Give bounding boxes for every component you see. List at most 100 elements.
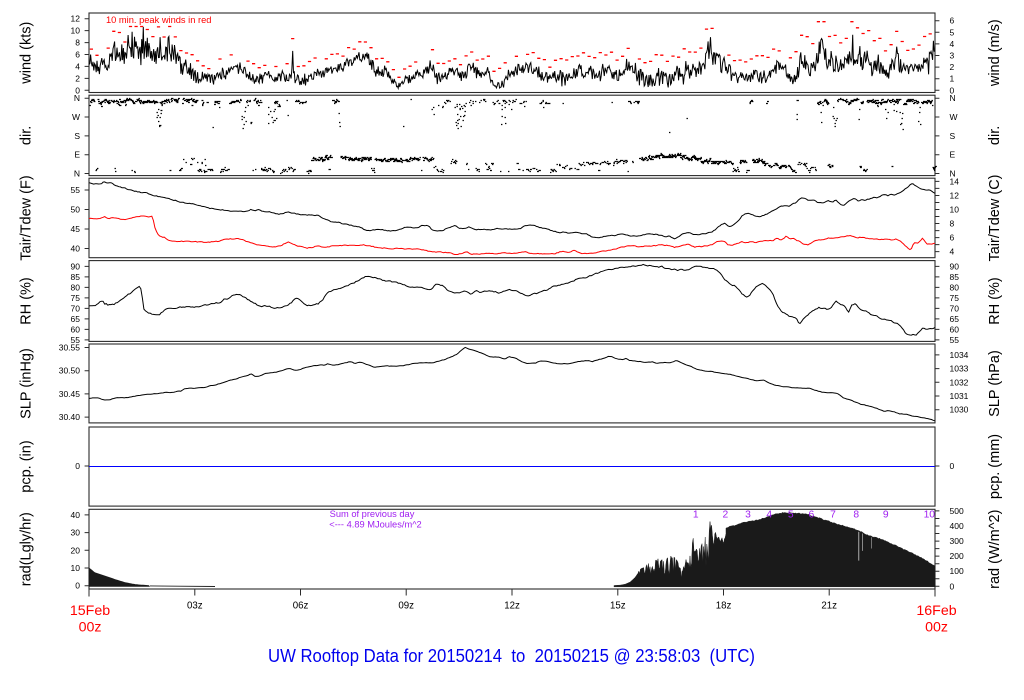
svg-text:70: 70 (71, 303, 81, 313)
svg-text:dir.: dir. (19, 126, 35, 145)
svg-text:10: 10 (950, 205, 960, 215)
svg-text:9: 9 (883, 510, 889, 521)
svg-text:RH (%): RH (%) (19, 277, 35, 325)
svg-text:E: E (74, 150, 80, 160)
svg-text:3: 3 (745, 510, 751, 521)
svg-text:500: 500 (950, 506, 964, 516)
svg-text:6: 6 (809, 510, 815, 521)
svg-text:2: 2 (75, 73, 80, 83)
svg-text:16Feb: 16Feb (916, 603, 956, 619)
svg-text:6: 6 (950, 233, 955, 243)
svg-text:5: 5 (788, 510, 794, 521)
svg-text:65: 65 (950, 314, 960, 324)
svg-text:85: 85 (71, 272, 81, 282)
svg-text:50: 50 (71, 205, 81, 215)
svg-text:rad (W/m^2): rad (W/m^2) (987, 510, 1003, 589)
svg-text:12: 12 (950, 191, 960, 201)
svg-text:8: 8 (950, 219, 955, 229)
svg-text:30.45: 30.45 (59, 389, 81, 399)
svg-text:30.55: 30.55 (59, 343, 81, 353)
svg-text:1034: 1034 (950, 350, 969, 360)
svg-text:10: 10 (71, 26, 81, 36)
svg-text:4: 4 (950, 39, 955, 49)
svg-text:5: 5 (950, 27, 955, 37)
svg-text:S: S (74, 131, 80, 141)
svg-text:SLP (hPa): SLP (hPa) (987, 350, 1003, 417)
svg-text:pcp. (mm): pcp. (mm) (987, 434, 1003, 499)
svg-text:65: 65 (71, 314, 81, 324)
svg-text:20: 20 (71, 545, 81, 555)
svg-text:Tair/Tdew (C): Tair/Tdew (C) (987, 174, 1003, 261)
svg-text:dir.: dir. (987, 126, 1003, 145)
svg-text:85: 85 (950, 272, 960, 282)
svg-text:18z: 18z (716, 601, 732, 612)
svg-text:55: 55 (950, 335, 960, 345)
svg-text:4: 4 (950, 247, 955, 257)
svg-text:100: 100 (950, 566, 964, 576)
svg-text:06z: 06z (293, 601, 309, 612)
svg-text:12: 12 (71, 14, 81, 24)
svg-text:10: 10 (71, 563, 81, 573)
svg-text:60: 60 (71, 324, 81, 334)
svg-text:80: 80 (71, 282, 81, 292)
svg-text:Sum of previous day: Sum of previous day (330, 509, 415, 519)
svg-text:0: 0 (950, 461, 955, 471)
svg-text:12z: 12z (504, 601, 520, 612)
svg-text:3: 3 (950, 51, 955, 61)
svg-text:8: 8 (853, 510, 859, 521)
svg-text:40: 40 (71, 244, 81, 254)
svg-text:E: E (950, 150, 956, 160)
svg-text:0: 0 (950, 581, 955, 591)
svg-text:S: S (950, 131, 956, 141)
svg-text:70: 70 (950, 303, 960, 313)
svg-text:SLP (inHg): SLP (inHg) (19, 348, 35, 419)
svg-text:4: 4 (766, 510, 772, 521)
svg-text:0: 0 (75, 461, 80, 471)
svg-text:N: N (950, 93, 956, 103)
svg-text:400: 400 (950, 521, 964, 531)
svg-text:1033: 1033 (950, 364, 969, 374)
svg-text:wind (m/s): wind (m/s) (987, 19, 1003, 87)
svg-text:45: 45 (71, 224, 81, 234)
svg-text:N: N (74, 169, 80, 179)
svg-text:09z: 09z (398, 601, 414, 612)
svg-text:UW Rooftop Data for 20150214: UW Rooftop Data for 20150214 to 20150215… (268, 645, 755, 666)
svg-text:30: 30 (71, 528, 81, 538)
svg-text:1: 1 (950, 74, 955, 84)
svg-text:wind (kts): wind (kts) (19, 22, 35, 85)
svg-text:Tair/Tdew (F): Tair/Tdew (F) (19, 175, 35, 260)
svg-text:W: W (950, 112, 958, 122)
svg-text:00z: 00z (925, 620, 948, 636)
svg-text:6: 6 (75, 50, 80, 60)
svg-text:0: 0 (75, 581, 80, 591)
svg-text:300: 300 (950, 536, 964, 546)
svg-text:rad(Lgly/hr): rad(Lgly/hr) (19, 512, 35, 586)
svg-text:6: 6 (950, 16, 955, 26)
svg-text:7: 7 (830, 510, 836, 521)
svg-text:40: 40 (71, 510, 81, 520)
svg-text:N: N (74, 93, 80, 103)
svg-text:200: 200 (950, 551, 964, 561)
svg-text:10 min. peak winds in red: 10 min. peak winds in red (106, 15, 211, 25)
svg-text:pcp. (in): pcp. (in) (19, 440, 35, 492)
svg-text:15Feb: 15Feb (70, 603, 110, 619)
svg-text:RH (%): RH (%) (987, 277, 1003, 325)
svg-text:W: W (72, 112, 80, 122)
svg-text:<--- 4.89 MJoules/m^2: <--- 4.89 MJoules/m^2 (329, 520, 421, 530)
svg-text:75: 75 (950, 293, 960, 303)
svg-text:03z: 03z (187, 601, 203, 612)
svg-text:90: 90 (71, 261, 81, 271)
svg-text:60: 60 (950, 324, 960, 334)
svg-text:1: 1 (693, 510, 699, 521)
svg-text:21z: 21z (821, 601, 837, 612)
svg-text:1031: 1031 (950, 391, 969, 401)
svg-text:80: 80 (950, 282, 960, 292)
svg-text:10: 10 (924, 510, 936, 521)
svg-text:8: 8 (75, 38, 80, 48)
svg-text:30.50: 30.50 (59, 366, 81, 376)
svg-text:55: 55 (71, 185, 81, 195)
svg-text:15z: 15z (610, 601, 626, 612)
svg-text:30.40: 30.40 (59, 412, 81, 422)
svg-text:1032: 1032 (950, 377, 969, 387)
svg-text:4: 4 (75, 61, 80, 71)
